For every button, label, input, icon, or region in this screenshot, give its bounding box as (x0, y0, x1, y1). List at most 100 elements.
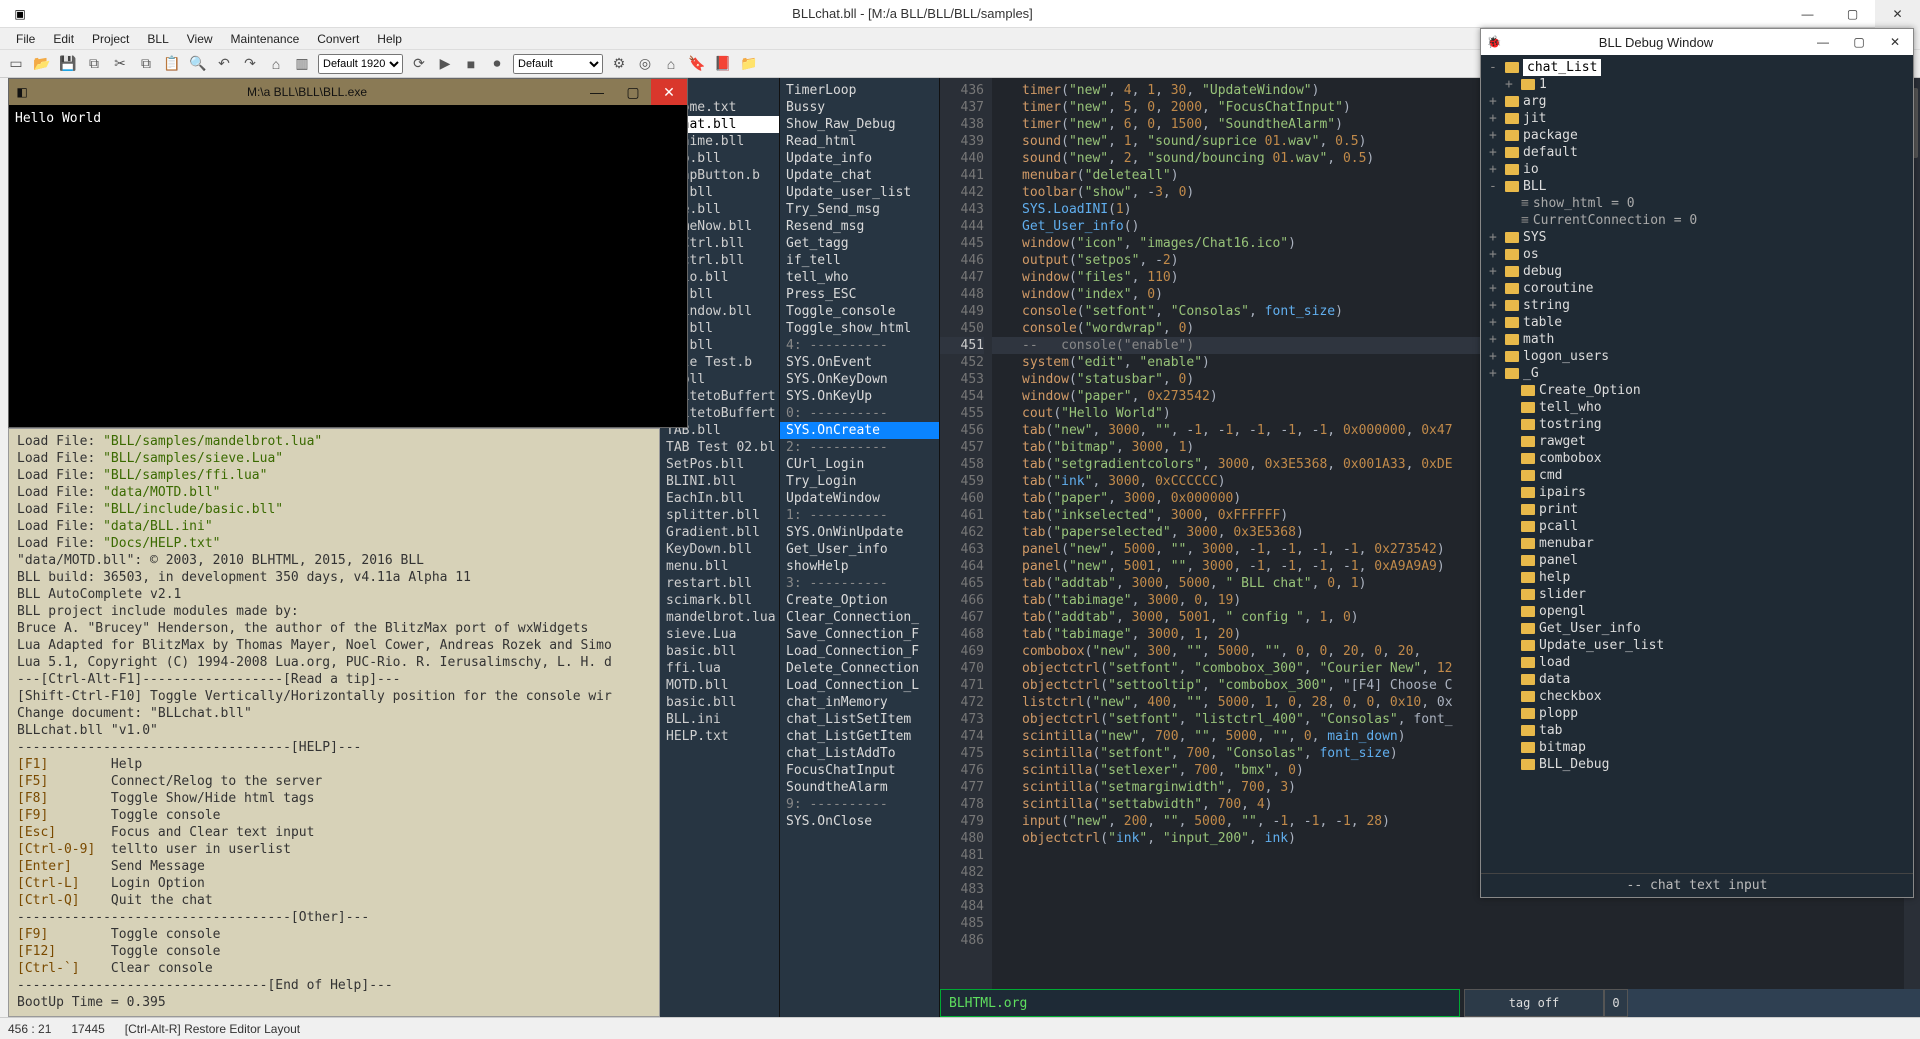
url-field[interactable]: BLHTML.org (940, 989, 1460, 1017)
func-item[interactable]: Clear_Connection_ (780, 609, 939, 626)
menu-bll[interactable]: BLL (139, 30, 176, 48)
tree-node[interactable]: +os (1485, 246, 1913, 263)
func-item[interactable]: Show_Raw_Debug (780, 116, 939, 133)
tree-node[interactable]: -chat_List (1485, 59, 1913, 76)
tree-node[interactable]: +logon_users (1485, 348, 1913, 365)
home-icon[interactable]: ⌂ (266, 54, 286, 74)
func-item[interactable]: Update_chat (780, 167, 939, 184)
file-item[interactable]: ffi.lua (660, 660, 779, 677)
func-item[interactable]: SYS.OnWinUpdate (780, 524, 939, 541)
func-item[interactable]: Get_tagg (780, 235, 939, 252)
func-item[interactable]: SYS.OnEvent (780, 354, 939, 371)
tree-node[interactable]: +io (1485, 161, 1913, 178)
tree-node[interactable]: +math (1485, 331, 1913, 348)
saveall-icon[interactable]: ⧉ (84, 54, 104, 74)
func-item[interactable]: Load_Connection_L (780, 677, 939, 694)
tree-node[interactable]: tostring (1485, 416, 1913, 433)
target-icon[interactable]: ◎ (635, 54, 655, 74)
save-icon[interactable]: 💾 (58, 54, 78, 74)
tree-node[interactable]: ipairs (1485, 484, 1913, 501)
func-item[interactable]: chat_ListGetItem (780, 728, 939, 745)
file-item[interactable]: basic.bll (660, 694, 779, 711)
tree-node[interactable]: help (1485, 569, 1913, 586)
func-item[interactable]: Toggle_show_html (780, 320, 939, 337)
tree-node[interactable]: print (1485, 501, 1913, 518)
file-item[interactable]: KeyDown.bll (660, 541, 779, 558)
func-item[interactable]: SoundtheAlarm (780, 779, 939, 796)
layout-select[interactable]: Default 1920 (318, 54, 403, 74)
file-item[interactable]: MOTD.bll (660, 677, 779, 694)
func-item[interactable]: Bussy (780, 99, 939, 116)
func-item[interactable]: tell_who (780, 269, 939, 286)
profile-select[interactable]: Default (513, 54, 603, 74)
func-item[interactable]: 1: ---------- (780, 507, 939, 524)
tree-node[interactable]: panel (1485, 552, 1913, 569)
func-item[interactable]: showHelp (780, 558, 939, 575)
stop-icon[interactable]: ■ (461, 54, 481, 74)
tree-node[interactable]: plopp (1485, 705, 1913, 722)
redo-icon[interactable]: ↷ (240, 54, 260, 74)
menu-view[interactable]: View (179, 30, 221, 48)
tree-node[interactable]: Update_user_list (1485, 637, 1913, 654)
tree-node[interactable]: +_G (1485, 365, 1913, 382)
tree-node[interactable]: +coroutine (1485, 280, 1913, 297)
console-max-button[interactable]: ▢ (615, 79, 651, 105)
func-item[interactable]: SYS.OnKeyUp (780, 388, 939, 405)
func-item[interactable]: 4: ---------- (780, 337, 939, 354)
tree-node[interactable]: load (1485, 654, 1913, 671)
copy-icon[interactable]: ⧉ (136, 54, 156, 74)
bookmark-icon[interactable]: 🔖 (687, 54, 707, 74)
tree-node[interactable]: Get_User_info (1485, 620, 1913, 637)
file-item[interactable]: BLINI.bll (660, 473, 779, 490)
file-item[interactable]: HELP.txt (660, 728, 779, 745)
func-item[interactable]: Read_html (780, 133, 939, 150)
run-icon[interactable]: ▶ (435, 54, 455, 74)
menu-file[interactable]: File (8, 30, 43, 48)
tree-node[interactable]: +default (1485, 144, 1913, 161)
tree-node[interactable]: +1 (1485, 76, 1913, 93)
tree-node[interactable]: +package (1485, 127, 1913, 144)
tree-node[interactable]: slider (1485, 586, 1913, 603)
close-button[interactable]: ✕ (1875, 0, 1920, 28)
func-item[interactable]: 9: ---------- (780, 796, 939, 813)
func-item[interactable]: chat_ListAddTo (780, 745, 939, 762)
tree-node[interactable]: checkbox (1485, 688, 1913, 705)
func-item[interactable]: SYS.OnClose (780, 813, 939, 830)
tree-node[interactable]: combobox (1485, 450, 1913, 467)
home2-icon[interactable]: ⌂ (661, 54, 681, 74)
tree-node[interactable]: data (1485, 671, 1913, 688)
func-item[interactable]: Try_Login (780, 473, 939, 490)
func-item[interactable]: 0: ---------- (780, 405, 939, 422)
tree-node[interactable]: BLL_Debug (1485, 756, 1913, 773)
book-icon[interactable]: 📕 (713, 54, 733, 74)
menu-maintenance[interactable]: Maintenance (223, 30, 308, 48)
menu-project[interactable]: Project (84, 30, 137, 48)
tree-node[interactable]: +string (1485, 297, 1913, 314)
minimize-button[interactable]: — (1785, 0, 1830, 28)
cut-icon[interactable]: ✂ (110, 54, 130, 74)
func-item[interactable]: Get_User_info (780, 541, 939, 558)
file-item[interactable]: EachIn.bll (660, 490, 779, 507)
tree-node[interactable]: menubar (1485, 535, 1913, 552)
new-icon[interactable]: ▭ (6, 54, 26, 74)
file-item[interactable]: basic.bll (660, 643, 779, 660)
file-item[interactable]: sieve.Lua (660, 626, 779, 643)
func-item[interactable]: Load_Connection_F (780, 643, 939, 660)
record-icon[interactable]: ⏺ (487, 54, 507, 74)
func-item[interactable]: UpdateWindow (780, 490, 939, 507)
func-item[interactable]: Press_ESC (780, 286, 939, 303)
tree-node[interactable]: ≡show_html = 0 (1485, 195, 1913, 212)
tree-node[interactable]: +SYS (1485, 229, 1913, 246)
func-item[interactable]: Update_user_list (780, 184, 939, 201)
func-item[interactable]: Toggle_console (780, 303, 939, 320)
func-item[interactable]: Update_info (780, 150, 939, 167)
func-item[interactable]: SYS.OnKeyDown (780, 371, 939, 388)
debug-max-button[interactable]: ▢ (1841, 35, 1877, 49)
maximize-button[interactable]: ▢ (1830, 0, 1875, 28)
func-item[interactable]: Try_Send_msg (780, 201, 939, 218)
open-icon[interactable]: 📂 (32, 54, 52, 74)
func-item[interactable]: Resend_msg (780, 218, 939, 235)
tree-node[interactable]: +table (1485, 314, 1913, 331)
func-item[interactable]: 3: ---------- (780, 575, 939, 592)
tree-node[interactable]: Create_Option (1485, 382, 1913, 399)
